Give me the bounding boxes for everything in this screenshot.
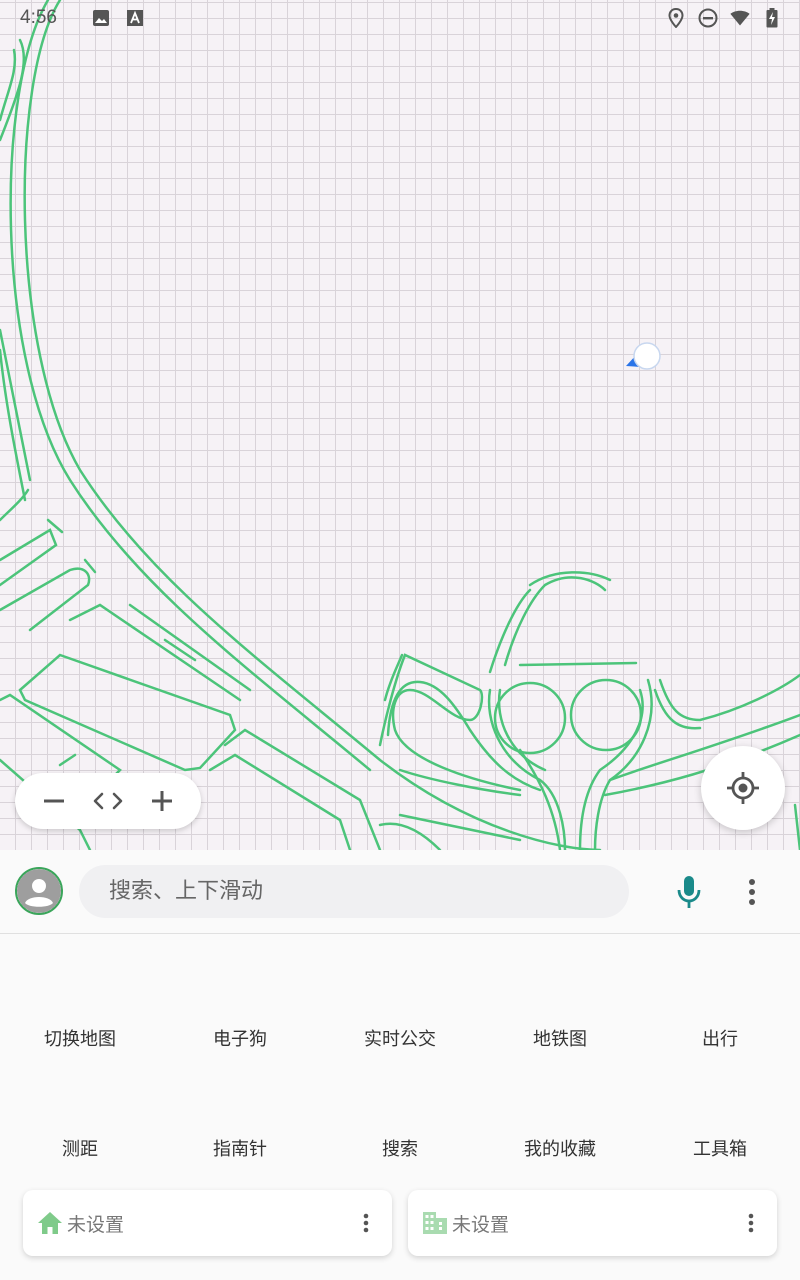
more-vertical-icon: [748, 1213, 754, 1233]
do-not-disturb-icon: [698, 8, 718, 28]
home-more-button[interactable]: [356, 1210, 376, 1236]
action-search[interactable]: 搜索: [320, 1095, 480, 1205]
plus-icon: [152, 791, 172, 811]
more-options-button[interactable]: [735, 872, 769, 912]
toggle-button[interactable]: [86, 779, 130, 823]
status-bar: 4:56: [0, 0, 800, 36]
home-icon: [38, 1212, 62, 1234]
avatar[interactable]: [15, 867, 63, 915]
image-icon: [91, 8, 111, 28]
user-avatar-icon: [17, 869, 61, 913]
font-icon: [125, 8, 145, 28]
map-roads: [0, 0, 800, 850]
location-pin-icon: [666, 8, 686, 28]
microphone-icon: [677, 876, 701, 908]
action-switch-map[interactable]: 切换地图: [0, 985, 160, 1095]
map-view[interactable]: 4:56: [0, 0, 800, 850]
search-box[interactable]: [79, 865, 629, 918]
home-shortcut-label: 未设置: [67, 1213, 125, 1236]
voice-search-button[interactable]: [670, 872, 708, 912]
action-subway-map[interactable]: 地铁图: [480, 985, 640, 1095]
zoom-control: [15, 773, 201, 829]
wifi-icon: [730, 8, 750, 28]
zoom-in-button[interactable]: [140, 779, 184, 823]
crosshair-icon: [727, 772, 759, 804]
action-measure-distance[interactable]: 测距: [0, 1095, 160, 1205]
more-vertical-icon: [749, 879, 755, 905]
status-time: 4:56: [20, 7, 57, 28]
bottom-sheet[interactable]: 切换地图 电子狗 实时公交 地铁图 出行 测距 指南针 搜索 我的收藏 工具箱 …: [0, 850, 800, 1280]
search-input[interactable]: [109, 879, 629, 904]
work-shortcut-label: 未设置: [452, 1213, 510, 1236]
search-row: [0, 850, 800, 934]
minus-icon: [44, 799, 64, 803]
battery-charging-icon: [762, 8, 782, 28]
quick-actions-row: 切换地图 电子狗 实时公交 地铁图 出行: [0, 985, 800, 1095]
code-icon: [93, 792, 123, 810]
zoom-out-button[interactable]: [32, 779, 76, 823]
action-realtime-bus[interactable]: 实时公交: [320, 985, 480, 1095]
quick-actions-grid: 切换地图 电子狗 实时公交 地铁图 出行 测距 指南针 搜索 我的收藏 工具箱: [0, 985, 800, 1205]
work-more-button[interactable]: [741, 1210, 761, 1236]
current-location-marker: [626, 341, 662, 373]
home-shortcut-card[interactable]: 未设置: [23, 1190, 392, 1256]
more-vertical-icon: [363, 1213, 369, 1233]
my-location-button[interactable]: [701, 746, 785, 830]
action-favorites[interactable]: 我的收藏: [480, 1095, 640, 1205]
building-icon: [423, 1212, 447, 1234]
action-toolbox[interactable]: 工具箱: [640, 1095, 800, 1205]
quick-actions-row: 测距 指南针 搜索 我的收藏 工具箱: [0, 1095, 800, 1205]
action-travel[interactable]: 出行: [640, 985, 800, 1095]
action-compass[interactable]: 指南针: [160, 1095, 320, 1205]
work-shortcut-card[interactable]: 未设置: [408, 1190, 777, 1256]
action-speed-camera[interactable]: 电子狗: [160, 985, 320, 1095]
